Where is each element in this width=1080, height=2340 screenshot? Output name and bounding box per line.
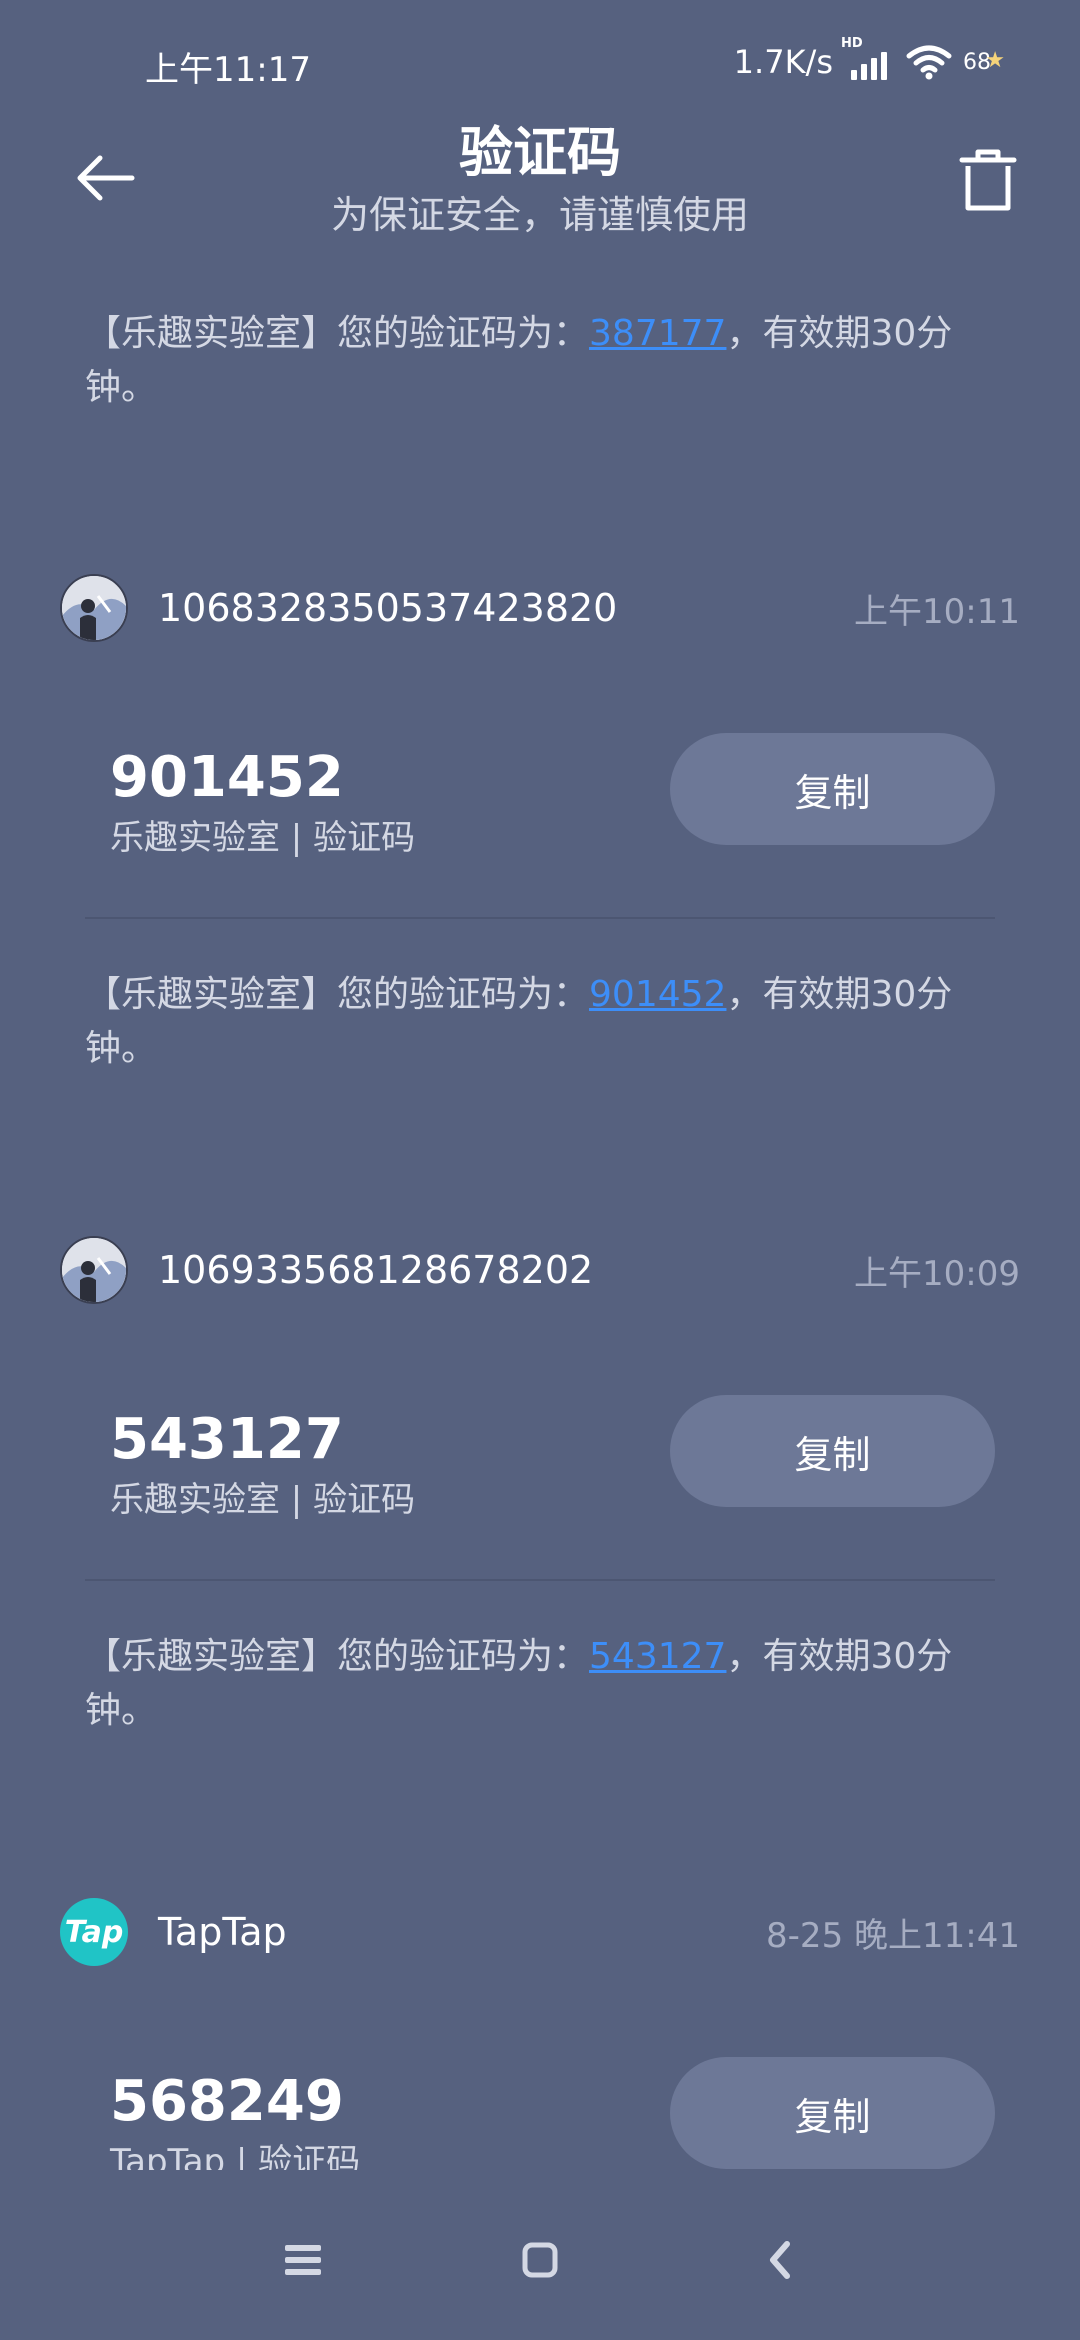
divider [85,917,995,919]
sender-row[interactable]: 1068328350537423820 上午10:11 [60,573,1020,643]
verification-code: 568249 [110,2069,344,2134]
code-link[interactable]: 387177 [589,313,726,354]
message-text: 【乐趣实验室】您的验证码为：901452，有效期30分钟。 [85,968,985,1076]
avatar [60,1236,128,1304]
verification-code: 901452 [110,745,344,810]
message-list[interactable]: 【乐趣实验室】您的验证码为：387177，有效期30分钟。 1068328350… [0,250,1080,2170]
system-back-button[interactable] [740,2220,820,2300]
status-time: 上午11:17 [145,50,311,90]
hd-label: HD [841,36,863,51]
battery-icon: 68 ★ [961,48,1005,76]
divider [85,1579,995,1581]
sender-name: TapTap [158,1910,287,1954]
code-source: 乐趣实验室 | 验证码 [110,818,416,858]
sender-row[interactable]: 106933568128678202 上午10:09 [60,1235,1020,1305]
sender-row[interactable]: Tap TapTap 8-25 晚上11:41 [60,1897,1020,1967]
message-prefix: 【乐趣实验室】您的验证码为： [85,313,590,354]
menu-button[interactable] [263,2220,343,2300]
code-card: 901452 乐趣实验室 | 验证码 复制 [110,733,995,883]
code-source: 乐趣实验室 | 验证码 [110,1480,416,1520]
page-subtitle: 为保证安全，请谨慎使用 [330,193,749,237]
status-indicators: 1.7K/s HD 68 ★ [733,36,1005,82]
code-link[interactable]: 901452 [589,974,726,1015]
home-button[interactable] [500,2220,580,2300]
avatar [60,574,128,642]
message-text: 【乐趣实验室】您的验证码为：543127，有效期30分钟。 [85,1630,985,1738]
message-time: 上午10:09 [854,1253,1020,1294]
app-root: 上午11:17 1.7K/s HD 68 ★ 验证码 为保证安全，请谨慎使用 【… [0,0,1080,2340]
navigation-bar [0,2170,1080,2340]
verification-code: 543127 [110,1407,344,1472]
sender-name: 1068328350537423820 [158,586,618,630]
trash-icon [959,149,1017,211]
title-area: 验证码 为保证安全，请谨慎使用 [0,118,1080,240]
code-source: TapTap | 验证码 [110,2142,361,2170]
chevron-left-icon [770,2241,790,2279]
sender-name: 106933568128678202 [158,1248,594,1292]
page-title: 验证码 [459,121,621,184]
wifi-icon [906,45,952,80]
home-icon [522,2242,558,2278]
message-time: 8-25 晚上11:41 [766,1915,1020,1956]
delete-button[interactable] [956,146,1020,216]
header: 验证码 为保证安全，请谨慎使用 [0,110,1080,250]
code-card: 543127 乐趣实验室 | 验证码 复制 [110,1395,995,1545]
network-speed: 1.7K/s [733,43,833,81]
message-prefix: 【乐趣实验室】您的验证码为： [85,974,590,1015]
copy-button[interactable]: 复制 [670,1395,995,1507]
taptap-logo: Tap [60,1898,128,1966]
copy-button[interactable]: 复制 [670,2057,995,2169]
message-time: 上午10:11 [854,591,1020,632]
signal-icon: HD [841,36,897,82]
copy-button[interactable]: 复制 [670,733,995,845]
charging-icon: ★ [985,48,1005,73]
code-link[interactable]: 543127 [589,1636,726,1677]
message-prefix: 【乐趣实验室】您的验证码为： [85,1636,590,1677]
menu-icon [285,2245,321,2275]
message-text: 【乐趣实验室】您的验证码为：387177，有效期30分钟。 [85,307,985,415]
code-card: 568249 TapTap | 验证码 复制 [110,2057,995,2170]
